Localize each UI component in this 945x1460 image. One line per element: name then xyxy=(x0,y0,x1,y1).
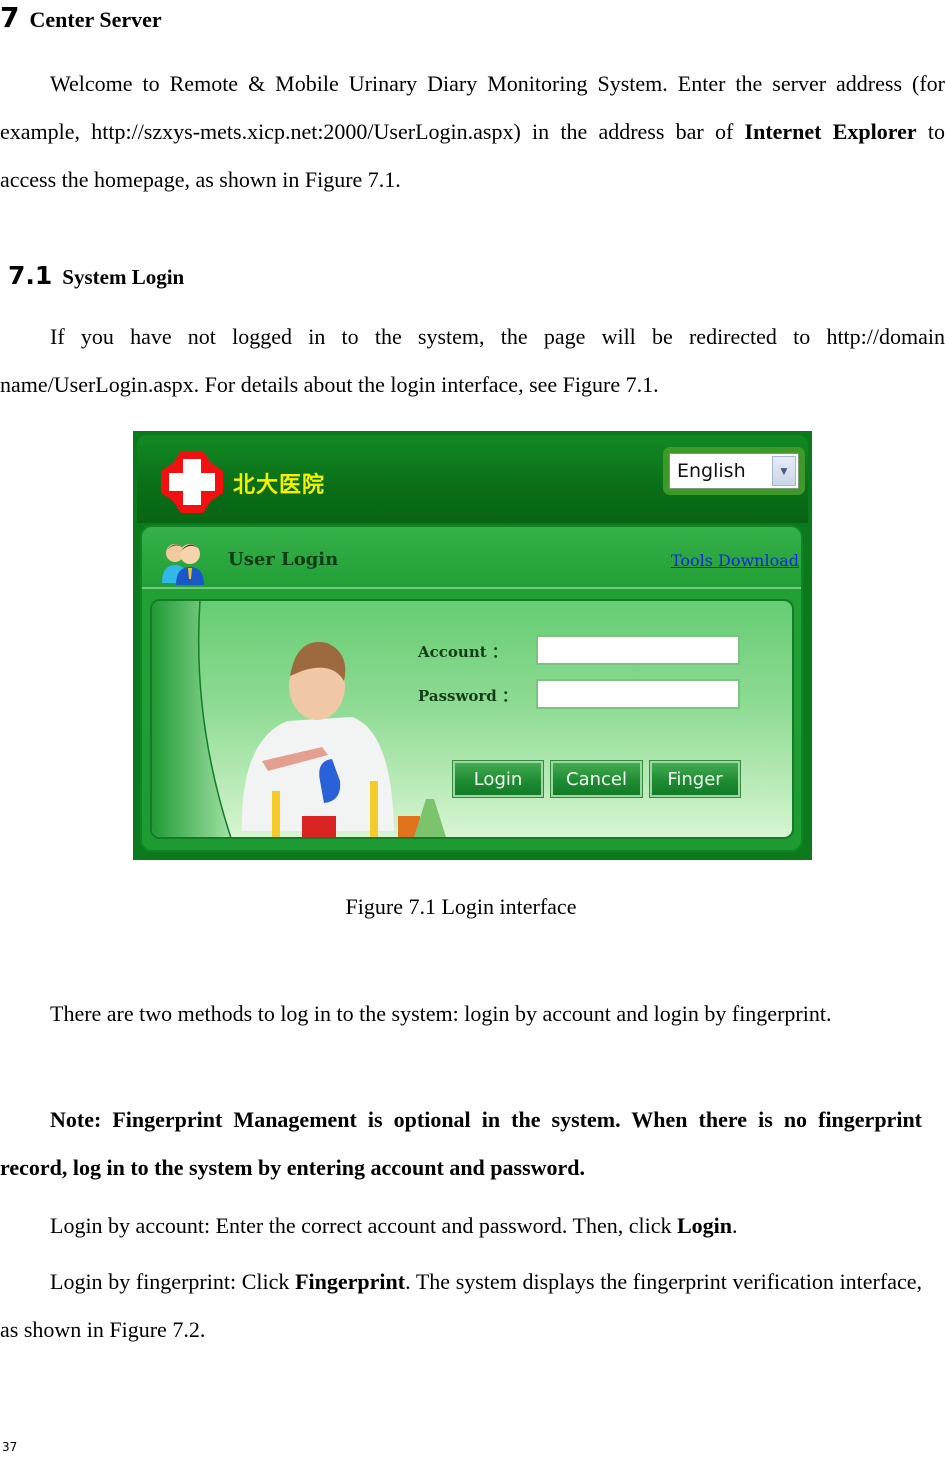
login-screenshot-figure: 北大医院 English ▼ User Login Tools Download xyxy=(133,431,812,860)
finger-login-bold: Fingerprint xyxy=(295,1269,406,1294)
chapter-number: 7 xyxy=(0,1,20,34)
redirect-paragraph: If you have not logged in to the system,… xyxy=(0,324,945,397)
page-number: 37 xyxy=(2,1440,18,1454)
section-title: System Login xyxy=(62,265,185,289)
login-button[interactable]: Login xyxy=(452,760,544,798)
hospital-name: 北大医院 xyxy=(233,473,326,498)
password-input[interactable] xyxy=(536,679,740,709)
account-input[interactable] xyxy=(536,635,740,665)
finger-login-text: Login by fingerprint: Click xyxy=(50,1269,296,1294)
account-label: Account ： xyxy=(418,643,507,661)
header-bar: 北大医院 English ▼ xyxy=(137,435,808,523)
login-form-area: Account ： Password ： Login Cancel Finger xyxy=(150,599,794,839)
section-number: 7.1 xyxy=(8,261,53,290)
section-heading: 7.1 System Login xyxy=(8,258,184,294)
chapter-title: Center Server xyxy=(29,7,162,32)
note-paragraph: Note: Fingerprint Management is optional… xyxy=(0,1107,922,1180)
cancel-button[interactable]: Cancel xyxy=(550,760,643,798)
language-select[interactable]: English ▼ xyxy=(669,453,799,489)
panel-title: User Login xyxy=(228,549,339,570)
figure-caption: Figure 7.1 Login interface xyxy=(345,894,577,919)
language-selected-value: English xyxy=(677,460,746,482)
intro-paragraph: Welcome to Remote & Mobile Urinary Diary… xyxy=(0,60,945,204)
finger-button[interactable]: Finger xyxy=(649,760,741,798)
password-label: Password ： xyxy=(418,687,518,705)
methods-paragraph: There are two methods to log in to the s… xyxy=(50,1001,832,1026)
account-login-paragraph: Login by account: Enter the correct acco… xyxy=(0,1202,922,1250)
hospital-cross-logo-icon xyxy=(161,451,223,513)
chapter-heading: 7 Center Server xyxy=(0,0,162,36)
login-panel-header: User Login Tools Download xyxy=(142,527,801,589)
language-select-wrapper: English ▼ xyxy=(663,447,805,495)
account-login-text: Login by account: Enter the correct acco… xyxy=(50,1213,677,1238)
tools-download-link[interactable]: Tools Download xyxy=(671,551,799,570)
users-icon xyxy=(162,544,204,585)
login-panel: User Login Tools Download Account ： Pass… xyxy=(140,525,803,852)
scientist-image xyxy=(241,641,446,837)
account-login-bold: Login xyxy=(676,1213,733,1238)
finger-login-paragraph: Login by fingerprint: Click Fingerprint.… xyxy=(0,1258,922,1354)
intro-bold-browser: Internet Explorer xyxy=(744,119,917,144)
account-login-text-end: . xyxy=(732,1213,738,1238)
chevron-down-icon[interactable]: ▼ xyxy=(772,456,796,486)
